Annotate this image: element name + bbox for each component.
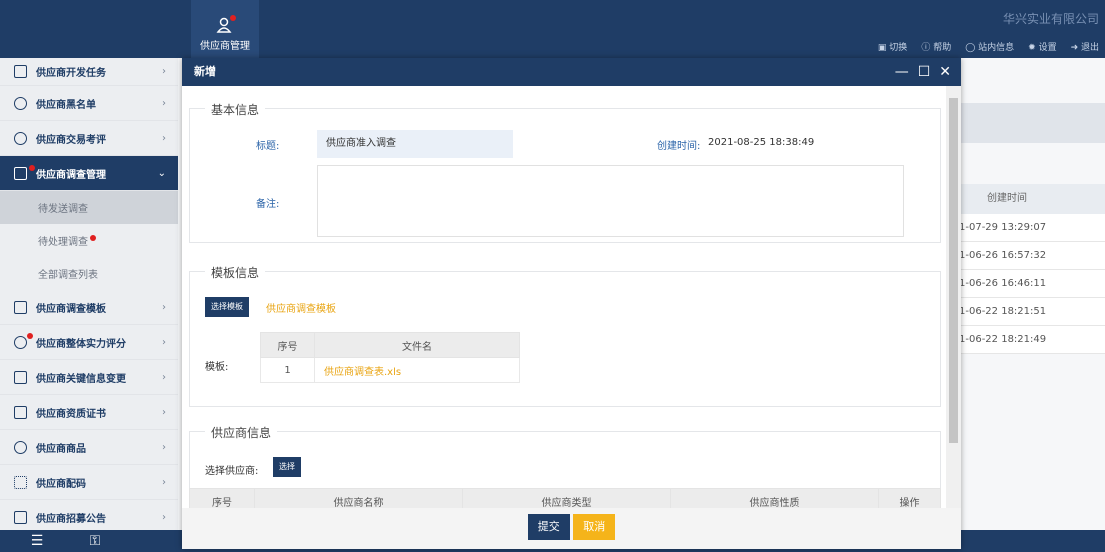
org-tree-icon[interactable]: ⚿ (78, 533, 112, 550)
help-button[interactable]: ⓘ 帮助 (921, 40, 951, 53)
barcode-icon (14, 475, 27, 489)
gear-icon (14, 131, 27, 145)
dialog-scrollbar[interactable] (946, 86, 961, 508)
remark-textarea[interactable] (317, 165, 904, 237)
table-row[interactable]: 1-06-22 18:21:51 (945, 298, 1105, 326)
star-icon (14, 335, 27, 349)
section-legend: 模板信息 (205, 264, 266, 281)
section-legend: 基本信息 (205, 101, 266, 118)
maximize-icon[interactable]: ☐ (918, 58, 931, 86)
table-row: 1 供应商调查表.xls (260, 357, 520, 383)
box-icon (14, 440, 27, 454)
column-header: 操作 (878, 488, 941, 508)
sidebar-item-recruit-notice[interactable]: 供应商招募公告 › (0, 500, 178, 530)
menu-list-icon[interactable]: ☰ (20, 533, 54, 550)
edit-icon (14, 370, 27, 384)
minimize-icon[interactable]: — (895, 58, 909, 86)
sidebar-item-survey-template[interactable]: 供应商调查模板 › (0, 290, 178, 325)
file-link[interactable]: 供应商调查表.xls (314, 357, 520, 383)
template-field-label: 模板: (205, 362, 229, 373)
select-supplier-label: 选择供应商: (205, 466, 259, 477)
table-row[interactable]: 1-06-26 16:57:32 (945, 242, 1105, 270)
column-header: 供应商类型 (462, 488, 671, 508)
created-time-value: 2021-08-25 18:38:49 (708, 137, 815, 148)
table-row[interactable]: 1-06-26 16:46:11 (945, 270, 1105, 298)
sidebar-item-code[interactable]: 供应商配码 › (0, 465, 178, 500)
supplier-icon (216, 15, 236, 33)
table-row[interactable]: 1-06-22 18:21:49 (945, 326, 1105, 354)
remark-label: 备注: (256, 199, 280, 210)
cancel-button[interactable]: 取消 (573, 514, 616, 540)
column-header: 文件名 (314, 332, 520, 358)
document-icon (14, 166, 27, 180)
notice-icon (14, 510, 27, 524)
switch-button[interactable]: ▣ 切换 (878, 40, 907, 53)
column-header: 序号 (189, 488, 255, 508)
dialog-header: 新增 — ☐ ✕ (182, 58, 961, 86)
template-name-link[interactable]: 供应商调查模板 (266, 300, 336, 315)
supplier-info-section: 供应商信息 选择供应商: 选择 序号 供应商名称 供应商类型 供应商性质 操作 (189, 424, 941, 508)
sidebar-sub-pending-send[interactable]: 待发送调查 (0, 191, 178, 224)
sidebar-item-strength-score[interactable]: 供应商整体实力评分 › (0, 325, 178, 360)
module-supplier-management[interactable]: 供应商管理 (191, 0, 259, 58)
select-supplier-button[interactable]: 选择 (273, 457, 301, 477)
dialog-title: 新增 (194, 65, 216, 78)
module-label: 供应商管理 (200, 41, 250, 52)
certificate-icon (14, 405, 27, 419)
messages-button[interactable]: ◯ 站内信息 (965, 40, 1014, 53)
column-header: 供应商名称 (254, 488, 463, 508)
dialog-body: 基本信息 标题: 供应商准入调查 创建时间: 2021-08-25 18:38:… (182, 86, 946, 508)
add-dialog: 新增 — ☐ ✕ 基本信息 标题: 供应商准入调查 创建时间: 2021-08-… (182, 58, 961, 549)
template-info-section: 模板信息 选择模板 供应商调查模板 模板: 序号 文件名 1 供应商调查表.xl… (189, 264, 941, 407)
select-template-button[interactable]: 选择模板 (205, 297, 249, 317)
chart-icon (14, 65, 27, 78)
sidebar-item-key-info-change[interactable]: 供应商关键信息变更 › (0, 360, 178, 395)
sidebar: 供应商开发任务 › 供应商黑名单 › 供应商交易考评 › 供应商调查管理 ⌄ 待发送调查… (0, 58, 178, 530)
basic-info-section: 基本信息 标题: 供应商准入调查 创建时间: 2021-08-25 18:38:… (189, 101, 941, 243)
title-input[interactable]: 供应商准入调查 (317, 130, 513, 158)
sidebar-item-survey-management[interactable]: 供应商调查管理 ⌄ (0, 156, 178, 191)
user-icon (14, 96, 27, 110)
top-menu: ▣ 切换 ⓘ 帮助 ◯ 站内信息 ✹ 设置 ➜ 退出 (878, 40, 1099, 53)
supplier-table: 序号 供应商名称 供应商类型 供应商性质 操作 (189, 488, 941, 508)
close-icon[interactable]: ✕ (939, 58, 951, 86)
sidebar-sub-pending-process[interactable]: 待处理调查 (0, 224, 178, 257)
created-time-label: 创建时间: (657, 141, 701, 152)
sidebar-item-dev-task[interactable]: 供应商开发任务 › (0, 58, 178, 86)
settings-button[interactable]: ✹ 设置 (1028, 40, 1056, 53)
sidebar-item-goods[interactable]: 供应商商品 › (0, 430, 178, 465)
sidebar-item-certificates[interactable]: 供应商资质证书 › (0, 395, 178, 430)
scrollbar-thumb[interactable] (949, 98, 958, 443)
sidebar-item-transaction-eval[interactable]: 供应商交易考评 › (0, 121, 178, 156)
column-header: 序号 (260, 332, 315, 358)
table-row[interactable]: 1-07-29 13:29:07 (945, 214, 1105, 242)
logout-button[interactable]: ➜ 退出 (1071, 40, 1099, 53)
background-table-header: 创建时间 (945, 184, 1105, 214)
template-icon (14, 300, 27, 314)
sidebar-sub-all-surveys[interactable]: 全部调查列表 (0, 257, 178, 290)
dialog-footer: 提交 取消 (182, 508, 961, 549)
column-header: 供应商性质 (670, 488, 879, 508)
title-label: 标题: (256, 141, 280, 152)
background-search-band (945, 103, 1105, 143)
submit-button[interactable]: 提交 (527, 514, 570, 540)
sidebar-item-blacklist[interactable]: 供应商黑名单 › (0, 86, 178, 121)
company-name: 华兴实业有限公司 (1002, 12, 1099, 26)
template-files-table: 序号 文件名 1 供应商调查表.xls (260, 332, 520, 383)
section-legend: 供应商信息 (205, 424, 278, 441)
row-number: 1 (260, 357, 315, 383)
top-bar: 供应商管理 华兴实业有限公司 ▣ 切换 ⓘ 帮助 ◯ 站内信息 ✹ 设置 ➜ 退… (0, 0, 1105, 58)
